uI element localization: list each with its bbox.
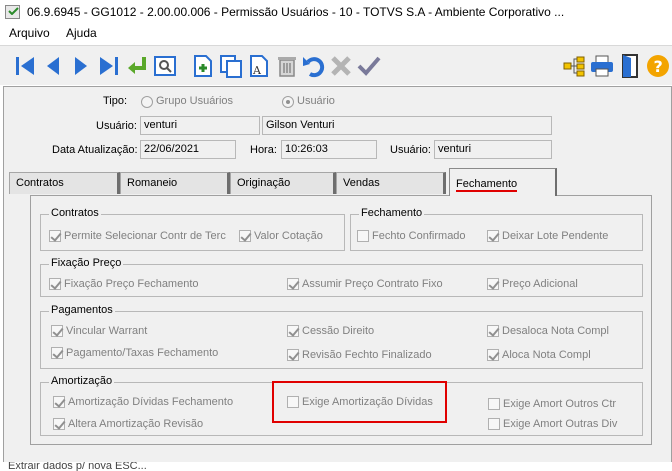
checkbox-exige-amort-outras-div[interactable] bbox=[488, 418, 500, 430]
title-bar: 06.9.6945 - GG1012 - 2.00.00.006 - Permi… bbox=[0, 0, 672, 24]
new-record-icon[interactable] bbox=[190, 52, 216, 80]
checkbox-preco-adicional-label: Preço Adicional bbox=[502, 278, 578, 290]
menu-bar: Arquivo Ajuda bbox=[0, 24, 672, 44]
radio-usuario[interactable] bbox=[282, 96, 294, 108]
help-icon[interactable]: ? bbox=[645, 52, 671, 80]
search-icon[interactable] bbox=[152, 52, 178, 80]
highlight-box bbox=[272, 381, 447, 423]
first-record-icon[interactable] bbox=[12, 52, 38, 80]
toolbar: A ? bbox=[0, 45, 672, 85]
checkbox-desaloca-nota-compl[interactable] bbox=[487, 325, 499, 337]
tab-romaneio[interactable]: Romaneio bbox=[120, 172, 230, 194]
checkbox-vincular-warrant-label: Vincular Warrant bbox=[66, 325, 148, 337]
tab-romaneio-label: Romaneio bbox=[127, 177, 178, 189]
checkbox-cessao-direito[interactable] bbox=[287, 325, 299, 337]
group-amortizacao-title: Amortização bbox=[49, 375, 115, 387]
tab-contratos[interactable]: Contratos bbox=[9, 172, 120, 194]
usuario-atualizacao-label: Usuário: bbox=[390, 144, 431, 156]
radio-grupo-usuarios[interactable] bbox=[141, 96, 153, 108]
last-record-icon[interactable] bbox=[96, 52, 122, 80]
tab-originacao[interactable]: Originação bbox=[230, 172, 336, 194]
tab-vendas[interactable]: Vendas bbox=[336, 172, 446, 194]
tab-vendas-label: Vendas bbox=[343, 177, 380, 189]
checkbox-assumir-preco-contrato-fixo[interactable] bbox=[287, 278, 299, 290]
checkbox-deixar-lote-pendente-label: Deixar Lote Pendente bbox=[502, 230, 609, 242]
copy-record-icon[interactable] bbox=[218, 52, 244, 80]
checkbox-valor-cotacao[interactable] bbox=[239, 230, 251, 242]
status-text: Extrair dados p/ nova ESC... bbox=[8, 462, 147, 471]
hora-label: Hora: bbox=[250, 144, 277, 156]
checkbox-vincular-warrant[interactable] bbox=[51, 325, 63, 337]
checkbox-assumir-preco-contrato-fixo-label: Assumir Preço Contrato Fixo bbox=[302, 278, 443, 290]
data-atualizacao-label: Data Atualização: bbox=[52, 144, 138, 156]
group-fechamento-title: Fechamento bbox=[359, 207, 425, 219]
checkbox-fixacao-preco-fechamento[interactable] bbox=[49, 278, 61, 290]
goto-icon[interactable] bbox=[124, 52, 150, 80]
delete-record-icon[interactable] bbox=[274, 52, 300, 80]
group-fixacao-preco-title: Fixação Preço bbox=[49, 257, 124, 269]
tipo-label: Tipo: bbox=[103, 95, 128, 107]
status-bar: Extrair dados p/ nova ESC... bbox=[0, 462, 672, 471]
checkbox-preco-adicional[interactable] bbox=[487, 278, 499, 290]
checkbox-valor-cotacao-label: Valor Cotação bbox=[254, 230, 323, 242]
checkbox-exige-amort-outros-ctr-label: Exige Amort Outros Ctr bbox=[503, 398, 617, 410]
checkbox-aloca-nota-compl-label: Aloca Nota Compl bbox=[502, 349, 591, 361]
checkbox-pagamento-taxas-fechamento-label: Pagamento/Taxas Fechamento bbox=[66, 347, 219, 359]
tab-originacao-label: Originação bbox=[237, 177, 291, 189]
checkbox-permite-selecionar-contr-label: Permite Selecionar Contr de Terc bbox=[64, 230, 226, 242]
usuario-name-field[interactable]: Gilson Venturi bbox=[262, 116, 552, 135]
checkbox-altera-amortizacao-revisao-label: Altera Amortização Revisão bbox=[68, 418, 204, 430]
tab-fechamento[interactable]: Fechamento bbox=[449, 168, 557, 196]
checkbox-amortizacao-dividas-fechamento[interactable] bbox=[53, 396, 65, 408]
checkbox-revisao-fechto-finalizado-label: Revisão Fechto Finalizado bbox=[302, 349, 432, 361]
checkbox-desaloca-nota-compl-label: Desaloca Nota Compl bbox=[502, 325, 609, 337]
cancel-icon[interactable] bbox=[328, 52, 354, 80]
menu-arquivo[interactable]: Arquivo bbox=[9, 26, 50, 40]
usuario-label: Usuário: bbox=[96, 120, 137, 132]
tree-icon[interactable] bbox=[561, 52, 587, 80]
radio-usuario-label: Usuário bbox=[297, 95, 335, 107]
checkbox-pagamento-taxas-fechamento[interactable] bbox=[51, 347, 63, 359]
checkbox-fechto-confirmado[interactable] bbox=[357, 230, 369, 242]
data-atualizacao-field[interactable]: 22/06/2021 bbox=[140, 140, 236, 159]
checkbox-fixacao-preco-fechamento-label: Fixação Preço Fechamento bbox=[64, 278, 199, 290]
checkbox-aloca-nota-compl[interactable] bbox=[487, 349, 499, 361]
tab-fechamento-label: Fechamento bbox=[456, 178, 518, 192]
window-title: 06.9.6945 - GG1012 - 2.00.00.006 - Permi… bbox=[27, 5, 565, 19]
checkbox-deixar-lote-pendente[interactable] bbox=[487, 230, 499, 242]
tab-contratos-label: Contratos bbox=[16, 177, 64, 189]
exit-icon[interactable] bbox=[617, 52, 643, 80]
checkbox-cessao-direito-label: Cessão Direito bbox=[302, 325, 375, 337]
checkbox-permite-selecionar-contr[interactable] bbox=[49, 230, 61, 242]
app-icon bbox=[5, 5, 20, 19]
menu-ajuda[interactable]: Ajuda bbox=[66, 26, 97, 40]
checkbox-exige-amort-outras-div-label: Exige Amort Outras Div bbox=[503, 418, 618, 430]
next-record-icon[interactable] bbox=[68, 52, 94, 80]
checkbox-altera-amortizacao-revisao[interactable] bbox=[53, 418, 65, 430]
checkbox-fechto-confirmado-label: Fechto Confirmado bbox=[372, 230, 466, 242]
group-contratos-title: Contratos bbox=[49, 207, 101, 219]
group-pagamentos-title: Pagamentos bbox=[49, 304, 115, 316]
radio-grupo-usuarios-label: Grupo Usuários bbox=[156, 95, 234, 107]
svg-text:?: ? bbox=[654, 57, 663, 76]
checkbox-revisao-fechto-finalizado[interactable] bbox=[287, 349, 299, 361]
svg-text:A: A bbox=[252, 64, 262, 77]
undo-icon[interactable] bbox=[300, 52, 326, 80]
confirm-icon[interactable] bbox=[356, 52, 382, 80]
checkbox-exige-amort-outros-ctr[interactable] bbox=[488, 398, 500, 410]
usuario-code-field[interactable]: venturi bbox=[140, 116, 260, 135]
edit-record-icon[interactable]: A bbox=[246, 52, 272, 80]
usuario-atualizacao-field[interactable]: venturi bbox=[434, 140, 552, 159]
previous-record-icon[interactable] bbox=[40, 52, 66, 80]
checkbox-amortizacao-dividas-fechamento-label: Amortização Dívidas Fechamento bbox=[68, 396, 234, 408]
print-icon[interactable] bbox=[589, 52, 615, 80]
hora-field[interactable]: 10:26:03 bbox=[281, 140, 377, 159]
